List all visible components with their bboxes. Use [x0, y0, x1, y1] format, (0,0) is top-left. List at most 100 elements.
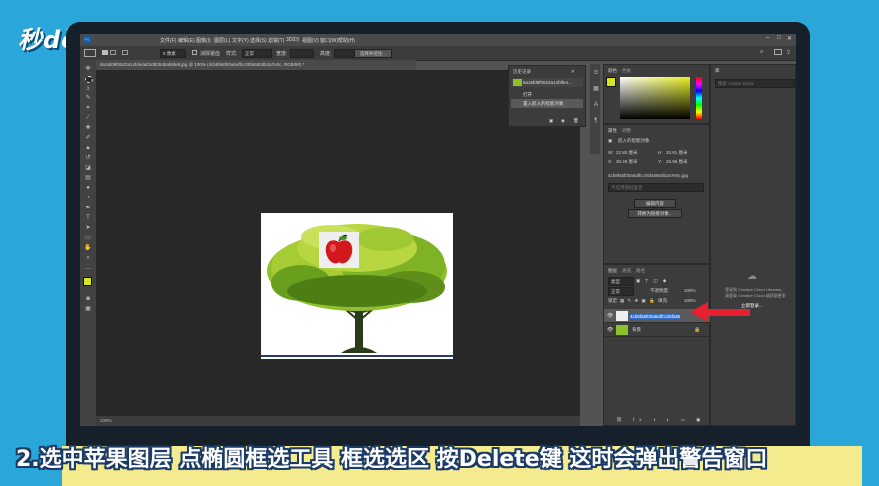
layer-comp-select[interactable]: 不应用图层复合: [608, 183, 704, 192]
new-selection-icon[interactable]: [102, 50, 108, 55]
maximize-icon[interactable]: □: [777, 35, 781, 41]
edit-contents-button[interactable]: 编辑内容: [634, 199, 676, 208]
menu-file[interactable]: 文件(F): [160, 37, 176, 44]
gradient-tool-icon[interactable]: ▤: [84, 175, 92, 181]
apple-layer-image[interactable]: [319, 232, 359, 268]
convert-to-linked-button[interactable]: 转换为链接对象...: [628, 209, 682, 218]
cloud-libraries-icon: ☁: [747, 271, 757, 282]
layer-row-background[interactable]: 👁 背景 🔒: [604, 323, 711, 337]
path-select-tool-icon[interactable]: ➤: [84, 225, 92, 231]
dodge-tool-icon[interactable]: ◔: [84, 195, 92, 201]
anti-alias-checkbox[interactable]: [192, 50, 197, 55]
foreground-color-swatch[interactable]: [83, 277, 92, 286]
rectangle-tool-icon[interactable]: ▭: [84, 235, 92, 241]
color-panel-fg-swatch[interactable]: [606, 77, 616, 87]
clone-stamp-tool-icon[interactable]: ▲: [84, 145, 92, 151]
adjustments-tab[interactable]: 调整: [622, 128, 631, 134]
menu-view[interactable]: 视图(V): [302, 37, 319, 44]
search-icon[interactable]: ⌕: [760, 49, 763, 56]
lock-icon[interactable]: 🔒: [694, 323, 700, 337]
swatches-tab[interactable]: 色板: [622, 68, 631, 74]
library-search-input[interactable]: 搜索 Adobe Stock: [715, 79, 795, 88]
blend-mode-select[interactable]: 正常: [608, 287, 634, 296]
character-panel-icon[interactable]: A: [592, 102, 600, 108]
elliptical-marquee-tool-icon[interactable]: [85, 76, 93, 83]
pen-tool-icon[interactable]: ✒: [84, 205, 92, 211]
menu-edit[interactable]: 编辑(E): [178, 37, 195, 44]
zoom-level[interactable]: 100%: [100, 418, 112, 423]
visibility-eye-icon[interactable]: 👁: [607, 309, 613, 323]
layer-thumbnail-bg: [616, 325, 628, 335]
w-value[interactable]: 22.80 厘米: [616, 150, 638, 156]
screen-mode-icon[interactable]: ▣: [84, 306, 92, 312]
history-tab[interactable]: 历史记录: [513, 69, 531, 75]
color-picker-field[interactable]: [620, 77, 690, 119]
history-panel-icon[interactable]: ⏲: [592, 70, 600, 76]
new-snapshot-icon[interactable]: ▣: [549, 118, 553, 124]
move-tool-icon[interactable]: ✥: [84, 66, 92, 72]
x-value[interactable]: 36.49 厘米: [616, 159, 638, 165]
menu-layer[interactable]: 图层(L): [214, 37, 230, 44]
document-tab[interactable]: 8a16fd9f0522a14fde4a02d8284bab5fe8.jpg @…: [96, 60, 416, 70]
history-snapshot[interactable]: 8a16fd9f0522a14f3fe4...: [511, 78, 583, 87]
crop-tool-icon[interactable]: ⌗: [84, 105, 92, 111]
subtract-selection-icon[interactable]: [122, 50, 128, 55]
healing-brush-tool-icon[interactable]: ✚: [84, 125, 92, 131]
menu-filter[interactable]: 滤镜(T): [268, 37, 284, 44]
camera-icon[interactable]: ◉: [561, 118, 565, 124]
history-brush-tool-icon[interactable]: ↺: [84, 155, 92, 161]
eyedropper-tool-icon[interactable]: ⁄: [84, 115, 92, 121]
ps-app-icon[interactable]: PS: [83, 36, 91, 43]
lock-icons[interactable]: ▦ ✎ ✥ ▣ 🔒: [620, 298, 656, 304]
eraser-tool-icon[interactable]: ◪: [84, 165, 92, 171]
close-icon[interactable]: ✕: [787, 35, 792, 42]
menu-select[interactable]: 选择(S): [250, 37, 267, 44]
menu-help[interactable]: 帮助(H): [338, 37, 355, 44]
type-tool-icon[interactable]: T: [84, 215, 92, 221]
trash-icon[interactable]: 🗑: [573, 118, 579, 124]
y-value[interactable]: 25.96 厘米: [666, 159, 688, 165]
h-value[interactable]: 20.91 厘米: [666, 150, 688, 156]
zoom-tool-icon[interactable]: ⌕: [84, 255, 92, 261]
workspace-icon[interactable]: [774, 49, 782, 55]
swatch-panel-icon[interactable]: ▦: [592, 86, 600, 92]
more-tools-icon[interactable]: …: [84, 265, 92, 271]
layer-kind-filter[interactable]: 类型: [608, 277, 634, 286]
add-selection-icon[interactable]: [110, 50, 116, 55]
brush-tool-icon[interactable]: ✐: [84, 135, 92, 141]
history-item-open[interactable]: 打开: [511, 90, 583, 99]
menu-type[interactable]: 文字(Y): [232, 37, 249, 44]
paths-tab[interactable]: 路径: [636, 268, 645, 274]
width-input[interactable]: [290, 49, 314, 58]
blur-tool-icon[interactable]: ●: [84, 185, 92, 191]
layer-name-background: 背景: [632, 327, 641, 332]
history-item-place-embedded[interactable]: 置入嵌入的智能对象: [511, 99, 583, 108]
share-icon[interactable]: ⇪: [786, 49, 791, 56]
menu-window[interactable]: 窗口(W): [320, 37, 338, 44]
paragraph-panel-icon[interactable]: ¶: [592, 118, 600, 124]
visibility-eye-icon[interactable]: 👁: [607, 323, 613, 337]
channels-tab[interactable]: 通道: [622, 268, 631, 274]
menu-3d[interactable]: 3D(D): [286, 37, 299, 43]
quick-mask-icon[interactable]: ◙: [84, 296, 92, 302]
hand-tool-icon[interactable]: ✋: [84, 245, 92, 251]
select-and-mask-button[interactable]: 选择并遮住...: [354, 49, 392, 58]
quick-select-tool-icon[interactable]: ✎: [84, 95, 92, 101]
layer-name-input[interactable]: 4cb8fa5f00a6affcc05fa550: [630, 314, 680, 319]
lasso-tool-icon[interactable]: ↄ: [84, 86, 92, 92]
properties-tab[interactable]: 属性: [608, 128, 617, 134]
photoshop-window: PS 文件(F) 编辑(E) 图像(I) 图层(L) 文字(Y) 选择(S) 滤…: [80, 34, 796, 426]
opacity-value[interactable]: 100%: [684, 288, 696, 293]
hue-slider[interactable]: [696, 77, 702, 119]
feather-field[interactable]: 0 像素: [160, 49, 186, 58]
color-tab[interactable]: 颜色: [608, 68, 617, 74]
minimize-icon[interactable]: –: [766, 35, 769, 41]
layer-action-icons[interactable]: ⛓ fx ◑ ◐ ▭ ▣ 🗑: [616, 417, 722, 423]
history-panel-close-icon[interactable]: ✕: [571, 69, 575, 75]
filter-icons[interactable]: ▣ T ◫ ◆: [636, 278, 668, 284]
marquee-preset-icon[interactable]: [84, 49, 96, 57]
layers-tab[interactable]: 图层: [608, 268, 617, 274]
libraries-tab[interactable]: 库: [715, 68, 720, 74]
menu-image[interactable]: 图像(I): [196, 37, 211, 44]
style-select[interactable]: 正常: [242, 49, 272, 58]
